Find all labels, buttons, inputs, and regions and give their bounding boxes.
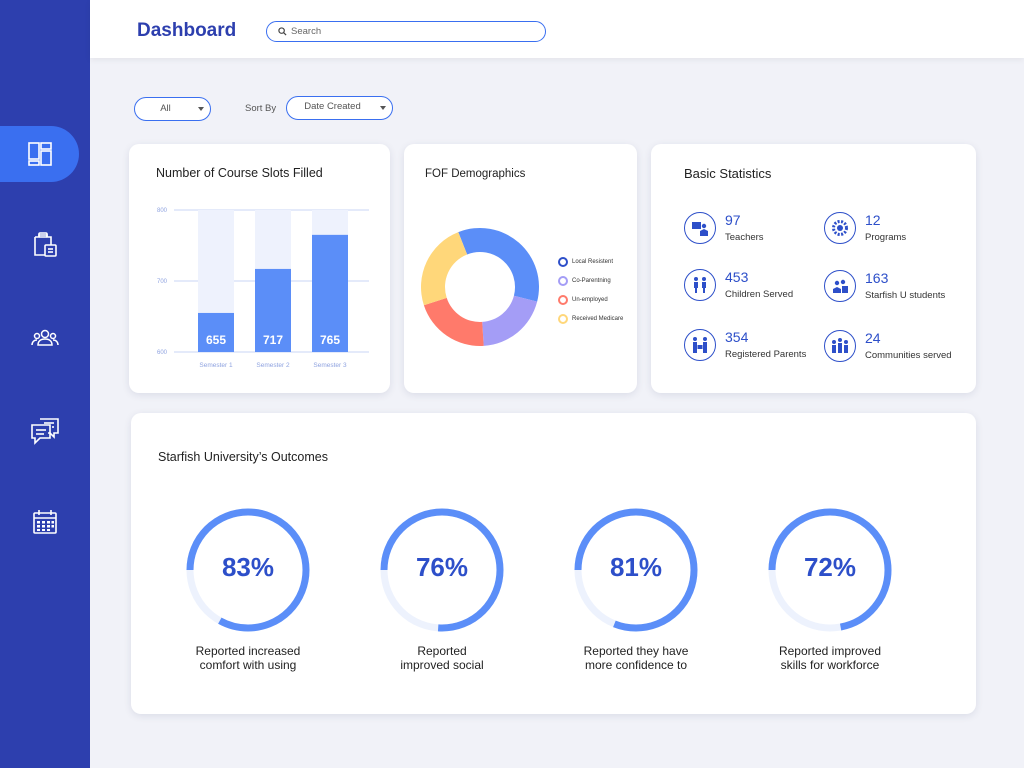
legend-item: Received Medicare (558, 314, 623, 324)
stat-value: 12 (865, 212, 881, 228)
chevron-down-icon (380, 106, 386, 110)
category-filter-dropdown[interactable]: All (134, 97, 211, 121)
stat-label: Communities served (865, 350, 952, 361)
bar-value-label: 765 (320, 333, 340, 347)
y-tick-label: 600 (157, 350, 168, 356)
top-header: Dashboard (90, 0, 1024, 58)
stat-label: Registered Parents (725, 349, 807, 360)
stat-value: 453 (725, 269, 749, 285)
outcome-percent: 81% (609, 552, 663, 582)
outcome-line: Reported they have (583, 644, 689, 658)
outcome-description: Reported increased comfort with using (168, 644, 328, 672)
demographics-card: FOF Demographics Local Resistent Co-Paren… (404, 144, 637, 393)
programs-gear-icon (824, 212, 856, 244)
legend-dot-icon (558, 276, 568, 286)
users-icon (31, 328, 59, 350)
chat-icon (30, 416, 60, 446)
chevron-down-icon (198, 107, 204, 111)
stat-label: Teachers (725, 232, 764, 243)
teacher-icon (684, 212, 716, 244)
outcome-percent: 83% (221, 552, 275, 582)
demographics-donut-chart (421, 228, 539, 346)
bar-value-label: 655 (206, 333, 226, 347)
legend-label: Un-employed (572, 297, 608, 303)
sort-by-dropdown[interactable]: Date Created (286, 96, 393, 120)
stat-value: 97 (725, 212, 741, 228)
outcomes-card: Starfish University’s Outcomes 83% Repor… (131, 413, 976, 714)
search-box[interactable] (266, 21, 546, 42)
stat-label: Programs (865, 232, 907, 243)
course-slots-card: Number of Course Slots Filled 800 700 600 6… (129, 144, 390, 393)
basic-stats-title: Basic Statistics (684, 166, 772, 181)
legend-label: Co-Parentning (572, 278, 611, 284)
stat-value: 354 (725, 329, 749, 345)
legend-dot-icon (558, 257, 568, 267)
outcomes-title: Starfish University’s Outcomes (158, 450, 328, 464)
legend-label: Local Resistent (572, 259, 614, 265)
stat-value: 163 (865, 270, 889, 286)
parents-icon (684, 329, 716, 361)
legend-item: Co-Parentning (558, 276, 611, 286)
y-tick-label: 800 (157, 208, 168, 214)
clipboard-icon (31, 231, 59, 259)
stat-value: 24 (865, 330, 881, 346)
outcome-line: Reported increased (195, 644, 301, 658)
outcome-percent: 72% (803, 552, 857, 582)
legend-dot-icon (558, 295, 568, 305)
outcome-line: improved social (400, 658, 484, 672)
stat-label: Starfish U students (865, 290, 946, 301)
outcome-line: Reported (417, 644, 467, 658)
legend-dot-icon (558, 314, 568, 324)
students-icon (824, 270, 856, 302)
sidebar-item-users[interactable] (0, 311, 90, 367)
donut-slice (421, 232, 468, 306)
outcome-line: Reported improved (778, 644, 882, 658)
bar-value-label: 717 (263, 333, 283, 347)
x-category-label: Semester 3 (313, 362, 347, 369)
course-slots-bar-chart: 800 700 600 655 Semester 1 717 Semester 2 765 Se… (157, 208, 369, 369)
legend-label: Received Medicare (572, 316, 624, 322)
outcome-line: comfort with using (199, 658, 297, 672)
children-icon (684, 269, 716, 301)
x-category-label: Semester 1 (199, 362, 233, 369)
sidebar-item-calendar[interactable] (0, 494, 90, 550)
sidebar-item-messages[interactable] (0, 403, 90, 459)
legend-item: Local Resistent (558, 257, 613, 267)
donut-slice (482, 295, 538, 346)
sidebar (0, 0, 90, 768)
sidebar-item-clipboard[interactable] (0, 217, 90, 273)
search-icon (278, 27, 287, 36)
donut-slice (423, 297, 484, 346)
sort-by-label: Sort By (245, 103, 277, 114)
outcome-line: skills for workforce (780, 658, 880, 672)
community-icon (824, 330, 856, 362)
donut-slice (458, 228, 539, 302)
outcome-line: more confidence to (584, 658, 688, 672)
calendar-icon (32, 509, 58, 535)
sidebar-item-dashboard[interactable] (0, 126, 79, 182)
page-title: Dashboard (137, 20, 237, 41)
outcome-description: Reported they have more confidence to (556, 644, 716, 672)
legend-item: Un-employed (558, 295, 608, 305)
stat-label: Children Served (725, 289, 794, 300)
x-category-label: Semester 2 (256, 362, 290, 369)
outcome-description: Reported improved social (362, 644, 522, 672)
basic-stats-card: Basic Statistics 97 Teachers 12 Programs… (651, 144, 976, 393)
dashboard-icon (27, 141, 53, 167)
category-filter-value: All (160, 103, 171, 114)
sort-by-value: Date Created (304, 101, 361, 112)
outcome-description: Reported improved skills for workforce (750, 644, 910, 672)
search-input[interactable] (291, 23, 531, 40)
outcome-percent: 76% (415, 552, 469, 582)
y-tick-label: 700 (157, 279, 168, 285)
